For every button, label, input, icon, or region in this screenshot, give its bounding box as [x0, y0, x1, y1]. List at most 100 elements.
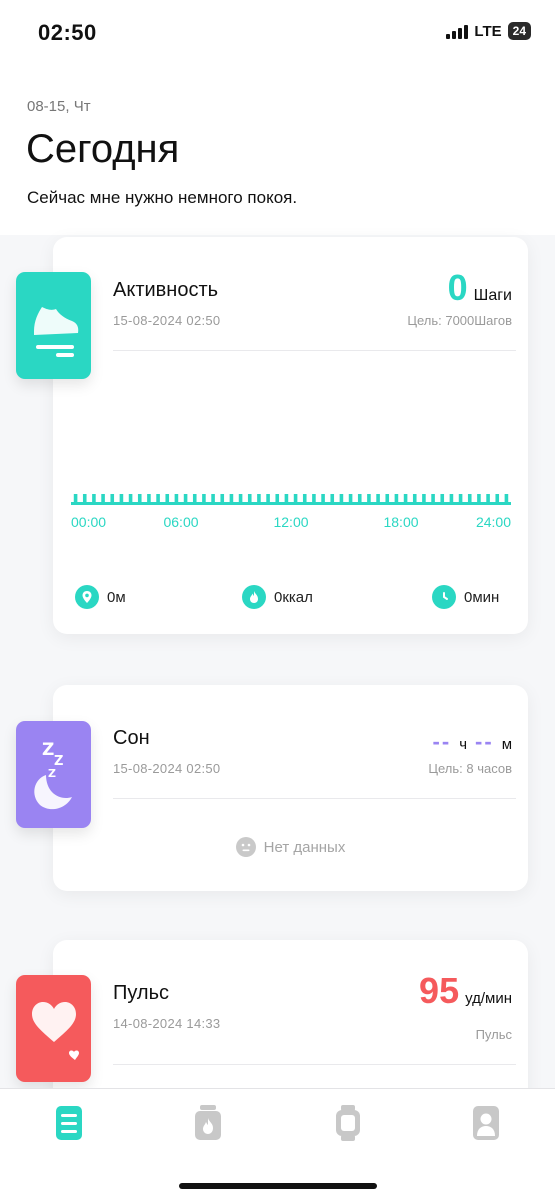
- activity-bar: [449, 494, 454, 503]
- time-tick-label: 00:00: [71, 514, 107, 530]
- sleep-hours: --: [432, 729, 452, 754]
- activity-bar: [202, 494, 206, 503]
- activity-bar: [257, 494, 261, 503]
- activity-bar: [119, 494, 124, 503]
- activity-bar: [211, 494, 215, 503]
- activity-bar: [412, 494, 417, 503]
- activity-bar: [275, 494, 280, 503]
- steps-count: 0: [447, 267, 468, 308]
- sleep-empty-state: Нет данных: [53, 837, 528, 857]
- status-indicators: LTE 24: [446, 22, 531, 40]
- activity-timestamp: 15-08-2024 02:50: [113, 313, 221, 328]
- heart-rate: 95: [419, 970, 460, 1011]
- sneaker-icon: [16, 272, 91, 379]
- heart-icon: [16, 975, 91, 1082]
- page-title: Сегодня: [26, 127, 180, 171]
- activity-bar: [293, 494, 298, 503]
- distance-value: 0м: [107, 588, 126, 606]
- status-time: 02:50: [38, 20, 97, 45]
- activity-bar: [302, 494, 307, 503]
- activity-bar: [477, 494, 481, 503]
- clock-icon: [432, 585, 456, 609]
- activity-bar: [284, 494, 289, 503]
- activity-bar: [220, 494, 225, 503]
- activity-title: Активность: [113, 279, 219, 301]
- activity-bar: [495, 494, 500, 503]
- tab-workout[interactable]: [191, 1103, 225, 1143]
- tab-device[interactable]: [331, 1103, 365, 1143]
- network-type: LTE: [474, 22, 502, 40]
- time-tick-label: 24:00: [475, 514, 511, 530]
- tab-profile[interactable]: [469, 1103, 503, 1143]
- activity-bar: [321, 494, 325, 503]
- activity-bar: [339, 494, 344, 503]
- activity-stats: 0м 0ккал 0мин: [73, 585, 508, 613]
- activity-bar: [174, 494, 179, 503]
- activity-bar: [110, 494, 115, 503]
- no-data-text: Нет данных: [263, 838, 346, 856]
- activity-bar: [137, 494, 142, 503]
- svg-text:Z: Z: [48, 767, 56, 780]
- sleep-title: Сон: [113, 727, 150, 749]
- activity-bar: [467, 494, 472, 503]
- activity-bar: [385, 494, 390, 503]
- sleep-duration: -- ч -- м: [433, 729, 512, 755]
- activity-bar: [440, 494, 445, 503]
- activity-bar: [238, 494, 243, 503]
- sleep-goal: Цель: 8 часов: [428, 761, 512, 776]
- pulse-value: 95 уд/мин: [419, 970, 512, 1012]
- steps-goal: Цель: 7000Шагов: [407, 313, 512, 328]
- activity-bar: [376, 494, 380, 503]
- activity-bar: [394, 494, 399, 503]
- sleep-card[interactable]: Сон 15-08-2024 02:50 -- ч -- м Цель: 8 ч…: [53, 685, 528, 891]
- pulse-divider: [113, 1064, 516, 1065]
- status-bar: 02:50 LTE 24: [0, 0, 555, 66]
- sleep-divider: [113, 798, 516, 799]
- activity-bar: [486, 494, 490, 503]
- activity-bar: [92, 494, 96, 503]
- sleep-timestamp: 15-08-2024 02:50: [113, 761, 221, 776]
- sleep-minutes: --: [475, 729, 494, 754]
- flame-icon: [242, 585, 266, 609]
- activity-bar: [229, 494, 234, 503]
- activity-bar-chart: [71, 494, 511, 505]
- activity-card[interactable]: Активность 15-08-2024 02:50 0 Шаги Цель:…: [53, 237, 528, 634]
- activity-bar: [266, 494, 270, 503]
- home-indicator: [179, 1183, 377, 1189]
- activity-bar: [422, 494, 426, 503]
- signal-icon: [446, 24, 469, 39]
- location-pin-icon: [75, 585, 99, 609]
- person-icon: [473, 1106, 499, 1140]
- tab-today[interactable]: [52, 1103, 86, 1143]
- activity-bar: [101, 494, 105, 503]
- flame-jar-icon: [195, 1105, 221, 1140]
- activity-bar: [73, 494, 78, 503]
- app-screen: 02:50 LTE 24 08-15, Чт Сегодня Сейчас мн…: [0, 0, 555, 1200]
- duration-stat: 0мин: [432, 585, 499, 609]
- duration-value: 0мин: [464, 588, 500, 606]
- sleep-hours-unit: ч: [459, 736, 468, 753]
- calories-stat: 0ккал: [242, 585, 313, 609]
- activity-bar: [431, 494, 435, 503]
- distance-stat: 0м: [75, 585, 126, 609]
- heart-rate-unit: уд/мин: [465, 990, 512, 1007]
- activity-bar: [504, 494, 509, 503]
- steps-unit: Шаги: [473, 287, 512, 304]
- pulse-label: Пульс: [475, 1027, 512, 1042]
- time-tick-label: 18:00: [383, 514, 419, 530]
- activity-bar: [357, 494, 362, 503]
- activity-divider: [113, 350, 516, 351]
- calories-value: 0ккал: [274, 588, 313, 606]
- activity-bar: [165, 494, 170, 503]
- activity-bar: [348, 494, 353, 503]
- current-date: 08-15, Чт: [27, 98, 91, 115]
- chart-baseline: [71, 502, 511, 505]
- activity-bar: [128, 494, 133, 503]
- steps-value: 0 Шаги: [448, 267, 512, 309]
- activity-bar: [330, 494, 335, 503]
- activity-bar: [183, 494, 188, 503]
- activity-bar: [458, 494, 463, 503]
- sleep-minutes-unit: м: [501, 736, 512, 753]
- activity-bar: [82, 494, 87, 503]
- activity-bar: [403, 494, 408, 503]
